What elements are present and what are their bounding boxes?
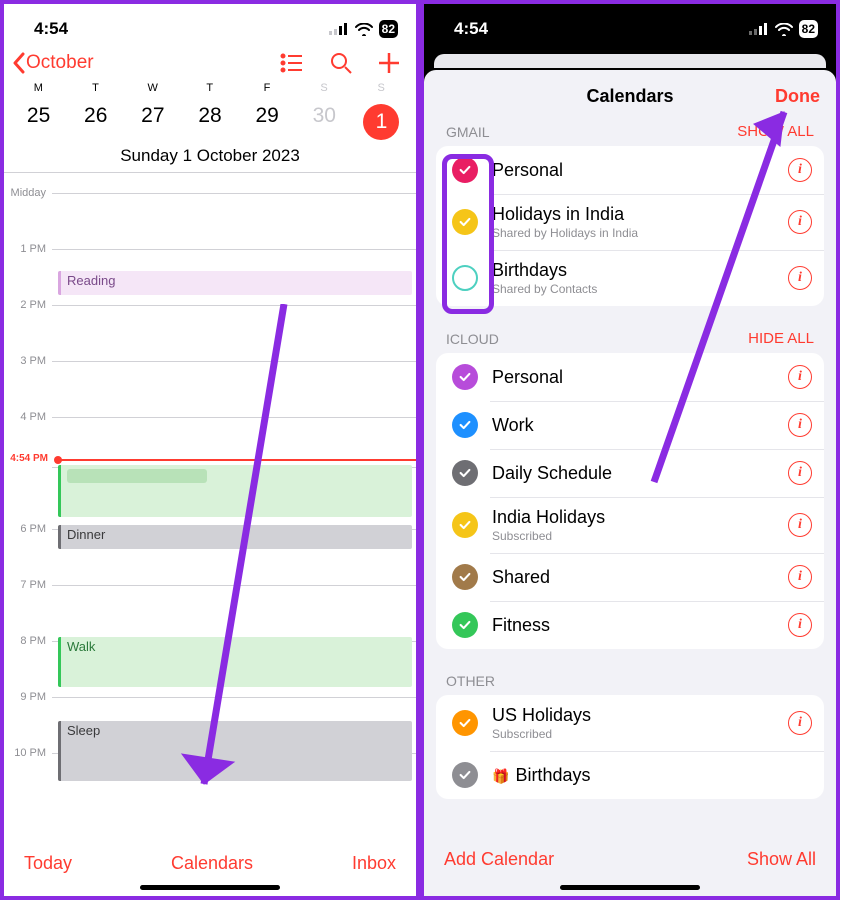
event-sleep[interactable]: Sleep (58, 721, 412, 781)
day-column[interactable]: S30 (296, 82, 353, 140)
hour-label: Midday (4, 187, 52, 199)
date-title: Sunday 1 October 2023 (4, 146, 416, 166)
search-icon[interactable] (330, 52, 352, 74)
info-button[interactable]: i (788, 513, 812, 537)
checkbox-icon[interactable] (452, 564, 478, 590)
hour-label: 10 PM (4, 747, 52, 759)
today-button[interactable]: Today (24, 853, 72, 874)
info-button[interactable]: i (788, 613, 812, 637)
home-indicator[interactable] (140, 885, 280, 890)
sheet-title: Calendars (586, 86, 673, 106)
inbox-button[interactable]: Inbox (352, 853, 396, 874)
background-sheet-hint (434, 54, 826, 68)
other-group: US HolidaysSubscribedi 🎁Birthdays (436, 695, 824, 799)
gmail-group: Personal i Holidays in IndiaShared by Ho… (436, 146, 824, 306)
now-indicator (56, 459, 416, 461)
checkbox-icon[interactable] (452, 460, 478, 486)
hour-label: 9 PM (4, 691, 52, 703)
calendars-sheet-view: 4:54 82 Calendars Done GMAIL SHOW ALL Pe… (420, 0, 840, 900)
calendar-row[interactable]: 🎁Birthdays (436, 751, 824, 799)
calendar-row[interactable]: Personal i (436, 146, 824, 194)
info-button[interactable]: i (788, 413, 812, 437)
hour-label: 2 PM (4, 299, 52, 311)
calendars-button[interactable]: Calendars (171, 853, 253, 874)
now-time-label: 4:54 PM (10, 453, 48, 464)
info-button[interactable]: i (788, 266, 812, 290)
hour-label: 1 PM (4, 243, 52, 255)
hour-label: 3 PM (4, 355, 52, 367)
event-reading[interactable]: Reading (58, 271, 412, 295)
sheet-header: Calendars Done (424, 70, 836, 119)
wifi-icon (355, 23, 373, 36)
info-button[interactable]: i (788, 158, 812, 182)
status-time: 4:54 (34, 19, 68, 39)
info-button[interactable]: i (788, 461, 812, 485)
checkbox-icon[interactable] (452, 762, 478, 788)
day-column[interactable]: F29 (239, 82, 296, 140)
done-button[interactable]: Done (775, 86, 820, 107)
battery-icon: 82 (379, 20, 398, 38)
battery-icon: 82 (799, 20, 818, 38)
event-blurred[interactable] (58, 465, 412, 517)
wifi-icon (775, 23, 793, 36)
add-icon[interactable] (378, 52, 400, 74)
calendar-row[interactable]: Fitnessi (436, 601, 824, 649)
calendar-row[interactable]: Worki (436, 401, 824, 449)
status-bar: 4:54 82 (424, 4, 836, 48)
calendar-header: October (4, 48, 416, 82)
section-header-other: OTHER (446, 673, 495, 689)
chevron-left-icon (12, 52, 26, 74)
calendars-sheet: Calendars Done GMAIL SHOW ALL Personal i… (424, 70, 836, 896)
calendar-row[interactable]: India HolidaysSubscribedi (436, 497, 824, 553)
hide-all-icloud[interactable]: HIDE ALL (748, 330, 814, 347)
day-column[interactable]: T28 (181, 82, 238, 140)
icloud-group: Personali Worki Daily Schedulei India Ho… (436, 353, 824, 649)
hour-label: 8 PM (4, 635, 52, 647)
calendar-row[interactable]: Personali (436, 353, 824, 401)
info-button[interactable]: i (788, 565, 812, 589)
day-timeline[interactable]: Midday 1 PM 2 PM 3 PM 4 PM 6 PM 7 PM 8 P… (4, 173, 416, 803)
day-column[interactable]: T26 (67, 82, 124, 140)
gift-icon: 🎁 (492, 768, 509, 784)
list-view-icon[interactable] (280, 53, 304, 73)
info-button[interactable]: i (788, 210, 812, 234)
calendar-row[interactable]: Sharedi (436, 553, 824, 601)
checkbox-icon[interactable] (452, 364, 478, 390)
hour-label: 4 PM (4, 411, 52, 423)
checkbox-icon[interactable] (452, 157, 478, 183)
checkbox-icon[interactable] (452, 612, 478, 638)
status-time: 4:54 (454, 19, 488, 39)
back-button[interactable]: October (12, 52, 94, 74)
info-button[interactable]: i (788, 711, 812, 735)
checkbox-icon[interactable] (452, 209, 478, 235)
day-column-selected[interactable]: S1 (353, 82, 410, 140)
week-row: M25 T26 W27 T28 F29 S30 S1 (4, 82, 416, 140)
checkbox-icon[interactable] (452, 412, 478, 438)
hour-label: 7 PM (4, 579, 52, 591)
home-indicator[interactable] (560, 885, 700, 890)
calendar-row[interactable]: Daily Schedulei (436, 449, 824, 497)
calendar-row[interactable]: Holidays in IndiaShared by Holidays in I… (436, 194, 824, 250)
day-column[interactable]: M25 (10, 82, 67, 140)
add-calendar-button[interactable]: Add Calendar (444, 849, 554, 870)
calendar-day-view: 4:54 82 October M25 T26 W27 T28 F29 S30 … (0, 0, 420, 900)
info-button[interactable]: i (788, 365, 812, 389)
show-all-button[interactable]: Show All (747, 849, 816, 870)
show-all-gmail[interactable]: SHOW ALL (737, 123, 814, 140)
cellular-icon (749, 23, 769, 35)
section-header-icloud: ICLOUD (446, 331, 499, 347)
checkbox-icon[interactable] (452, 710, 478, 736)
event-walk[interactable]: Walk (58, 637, 412, 687)
now-indicator-dot (54, 456, 62, 464)
section-header-gmail: GMAIL (446, 124, 490, 140)
checkbox-icon[interactable] (452, 265, 478, 291)
event-dinner[interactable]: Dinner (58, 525, 412, 549)
calendar-row[interactable]: BirthdaysShared by Contacts i (436, 250, 824, 306)
checkbox-icon[interactable] (452, 512, 478, 538)
cellular-icon (329, 23, 349, 35)
hour-label: 6 PM (4, 523, 52, 535)
status-bar: 4:54 82 (4, 4, 416, 48)
calendar-row[interactable]: US HolidaysSubscribedi (436, 695, 824, 751)
day-column[interactable]: W27 (124, 82, 181, 140)
